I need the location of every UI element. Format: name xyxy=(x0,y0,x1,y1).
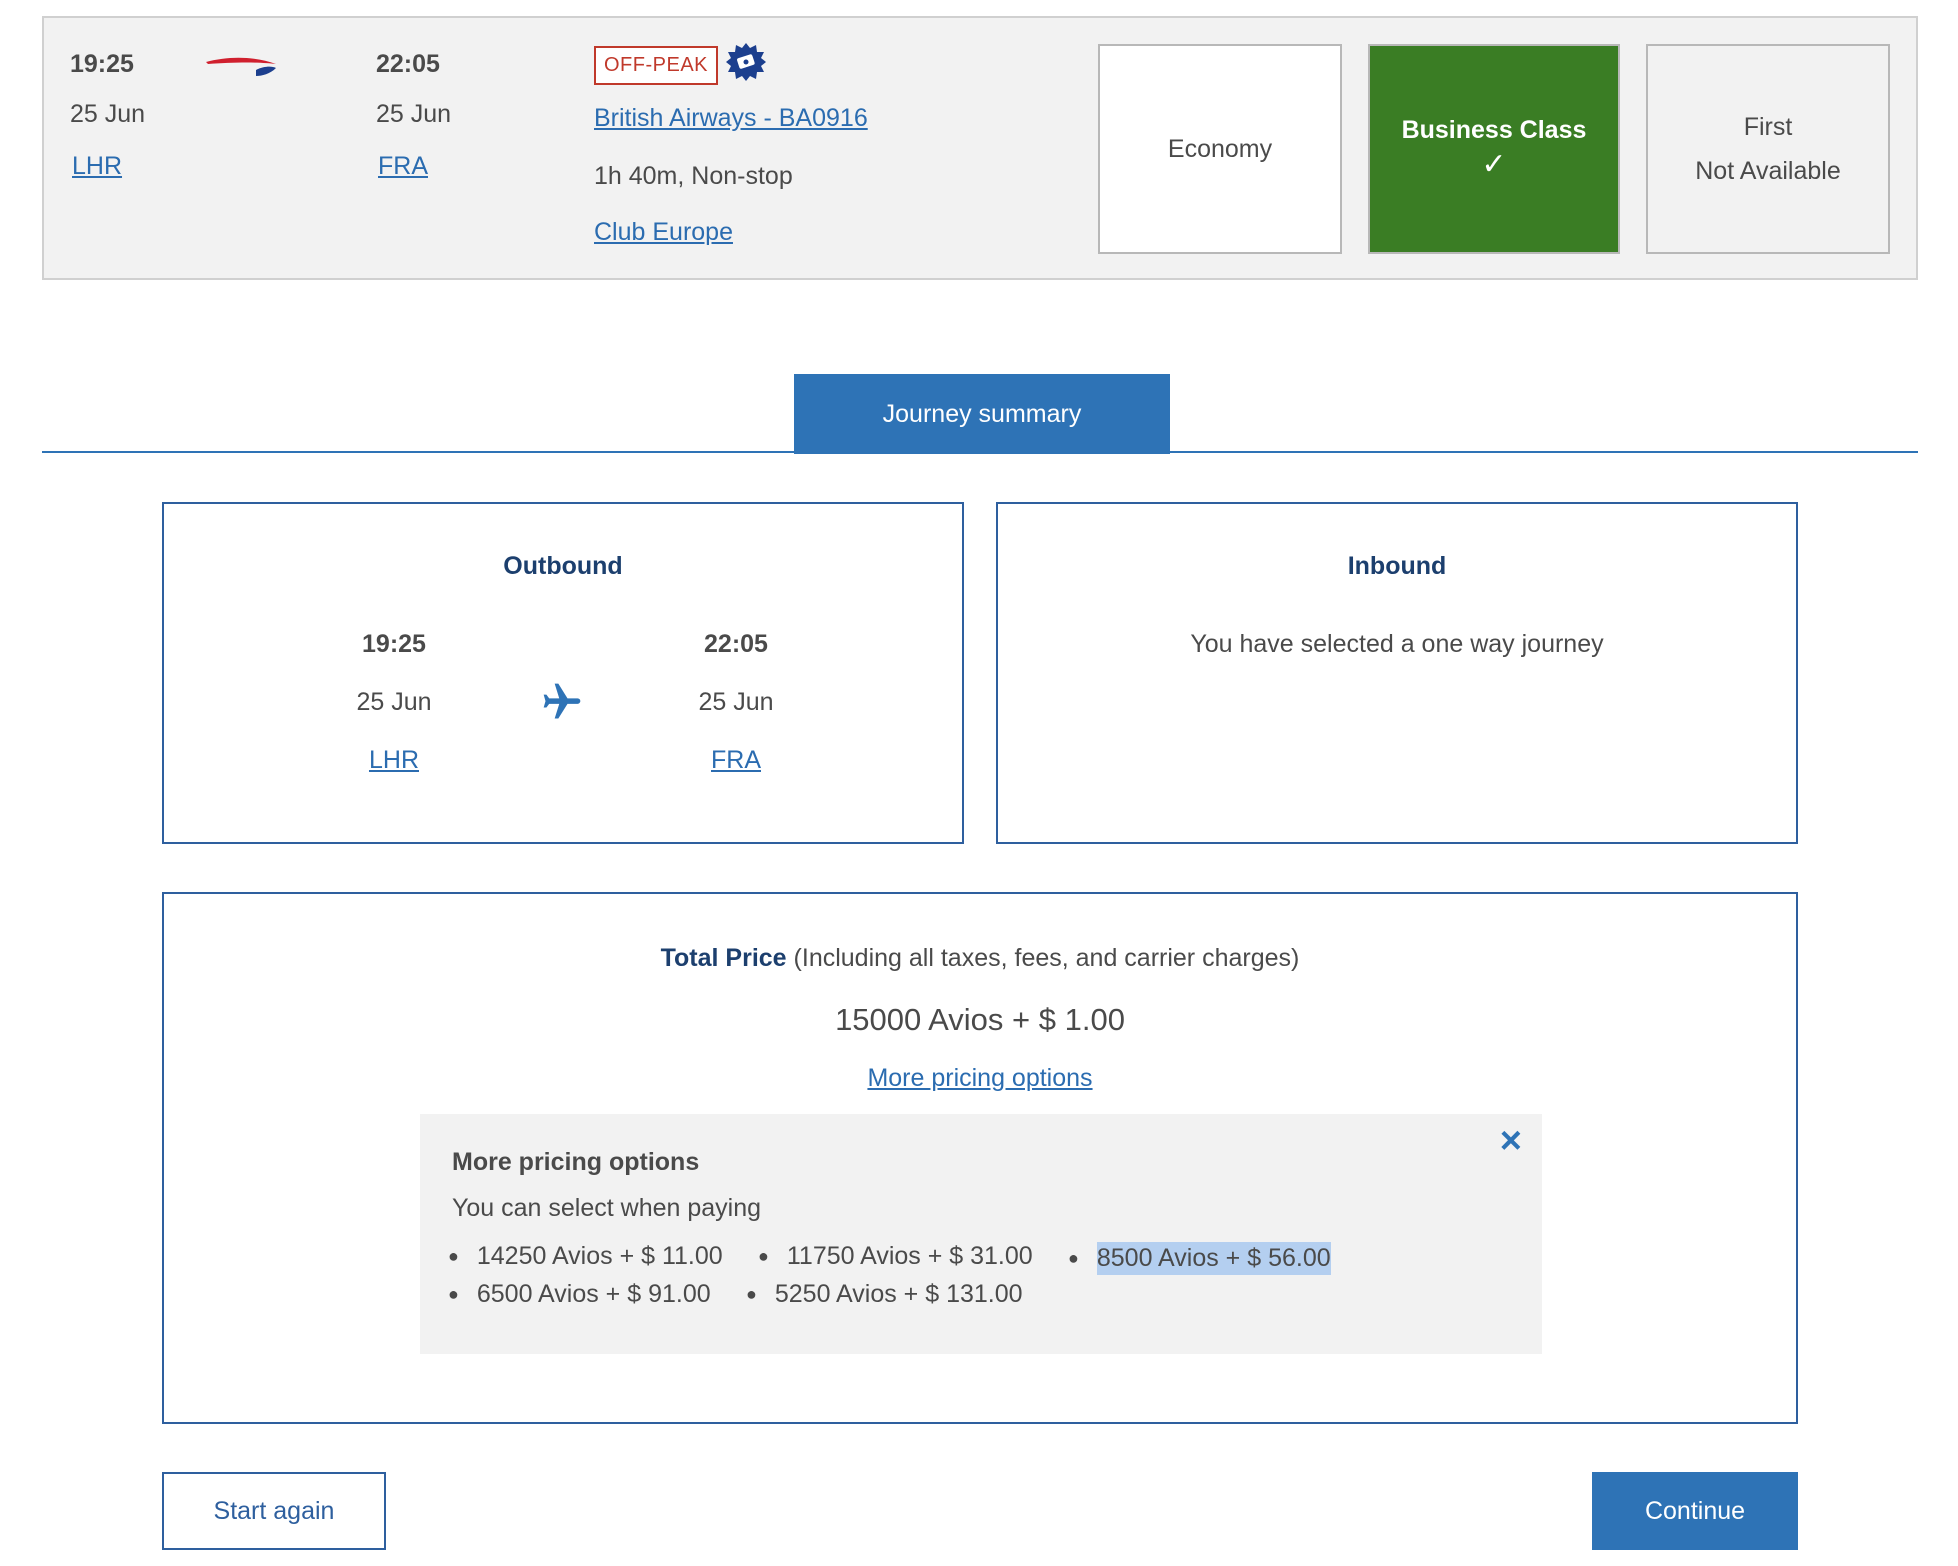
cabin-economy-label: Economy xyxy=(1167,134,1273,163)
outbound-departure-time: 19:25 xyxy=(362,630,426,658)
check-icon: ✓ xyxy=(1481,148,1507,181)
flight-row: 19:25 25 Jun LHR 22:05 25 Jun FRA OFF-PE… xyxy=(42,16,1918,280)
inbound-panel: Inbound You have selected a one way jour… xyxy=(996,502,1798,844)
cabin-business-option[interactable]: Business Class ✓ xyxy=(1368,44,1620,254)
outbound-arrival-date: 25 Jun xyxy=(698,688,774,716)
cabin-business-label: Business Class xyxy=(1401,116,1587,144)
departure-airport-link[interactable]: LHR xyxy=(72,152,122,181)
total-price-heading: Total Price (Including all taxes, fees, … xyxy=(164,944,1796,973)
arrival-time: 22:05 xyxy=(376,50,440,78)
flight-duration: 1h 40m, Non-stop xyxy=(594,162,793,190)
airline-flight-link[interactable]: British Airways - BA0916 xyxy=(594,104,868,133)
total-price-value: 15000 Avios + $ 1.00 xyxy=(835,1002,1125,1037)
badge-icon xyxy=(726,43,766,81)
more-pricing-options-box: × More pricing options You can select wh… xyxy=(420,1114,1542,1354)
close-icon[interactable]: × xyxy=(1500,1122,1522,1160)
cabin-first-option: First Not Available xyxy=(1646,44,1890,254)
outbound-arrival-airport-link[interactable]: FRA xyxy=(636,746,836,775)
outbound-panel: Outbound 19:25 25 Jun LHR 22:05 25 Jun F… xyxy=(162,502,964,844)
inbound-message: You have selected a one way journey xyxy=(1190,630,1604,658)
cabin-brand-link[interactable]: Club Europe xyxy=(594,218,733,247)
tab-journey-summary[interactable]: Journey summary xyxy=(794,374,1170,454)
pricing-option[interactable]: ● 5250 Avios + $ 131.00 xyxy=(746,1280,1023,1309)
speedmarque-logo-icon xyxy=(206,57,276,76)
off-peak-badge: OFF-PEAK xyxy=(594,46,719,85)
tab-divider xyxy=(42,451,1918,453)
outbound-departure-date: 25 Jun xyxy=(356,688,432,716)
outbound-departure-airport-link[interactable]: LHR xyxy=(294,746,494,775)
pricing-option[interactable]: ● 6500 Avios + $ 91.00 xyxy=(448,1280,711,1309)
outbound-arrival-time: 22:05 xyxy=(704,630,768,658)
start-again-button[interactable]: Start again xyxy=(162,1472,386,1550)
arrival-airport-link[interactable]: FRA xyxy=(378,152,428,181)
outbound-title: Outbound xyxy=(503,552,623,580)
pricing-option[interactable]: ● 11750 Avios + $ 31.00 xyxy=(758,1242,1033,1271)
more-pricing-subtitle: You can select when paying xyxy=(452,1194,762,1222)
cabin-economy-option[interactable]: Economy xyxy=(1098,44,1342,254)
total-price-note: (Including all taxes, fees, and carrier … xyxy=(793,944,1300,972)
more-pricing-options-link[interactable]: More pricing options xyxy=(867,1064,1092,1092)
continue-button[interactable]: Continue xyxy=(1592,1472,1798,1550)
inbound-title: Inbound xyxy=(1347,552,1447,580)
total-price-label: Total Price xyxy=(660,944,787,972)
plane-icon xyxy=(543,683,581,719)
arrival-date: 25 Jun xyxy=(376,100,452,128)
departure-date: 25 Jun xyxy=(70,100,146,128)
cabin-first-status: Not Available xyxy=(1695,157,1841,185)
cabin-first-label: First xyxy=(1743,113,1793,141)
pricing-option-selected[interactable]: ● 8500 Avios + $ 56.00 xyxy=(1068,1242,1331,1275)
pricing-option[interactable]: ● 14250 Avios + $ 11.00 xyxy=(448,1242,723,1271)
departure-time: 19:25 xyxy=(70,50,134,78)
more-pricing-title: More pricing options xyxy=(452,1148,700,1176)
